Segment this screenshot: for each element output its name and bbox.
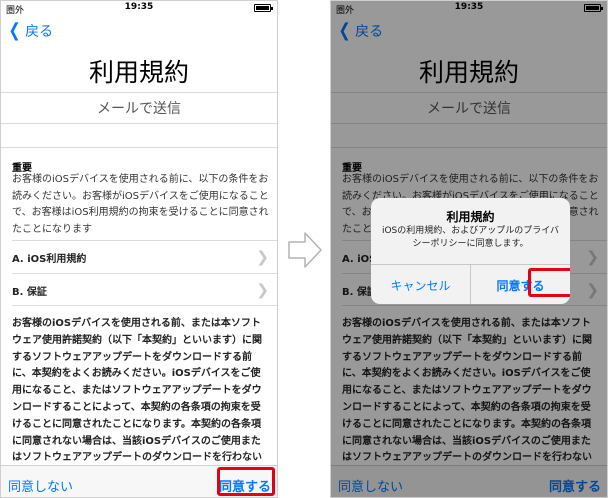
dialog-cancel-button[interactable]: キャンセル (371, 277, 470, 294)
license-text: お客様のiOSデバイスを使用される前、または本ソフトウェア使用許諾契約（以下「本… (12, 318, 262, 480)
page-title: 利用規約 (88, 58, 189, 87)
right-screen: 圏外 19:35 ❮ 戻る 利用規約 メールで送信 重要 お客様のiOSデバイス… (330, 0, 608, 498)
confirm-dialog: 利用規約 iOSの利用規約、およびアップルのプライバシーポリシーに同意します。 … (371, 198, 570, 304)
important-text: お客様のiOSデバイスを使用される前に、以下の条件をお読みください。お客様がiO… (12, 174, 269, 235)
arrow-right-icon (288, 232, 322, 268)
back-label: 戻る (25, 24, 54, 40)
battery-icon (254, 4, 273, 12)
section-row-ios-terms[interactable]: A. iOS利用規約 ❯ (12, 240, 277, 273)
clock: 19:35 (124, 2, 154, 12)
section-row-warranty[interactable]: B. 保証 ❯ (12, 273, 277, 306)
dialog-message: iOSの利用規約、およびアップルのプライバシーポリシーに同意します。 (381, 226, 560, 249)
status-bar: 圏外 19:35 (1, 1, 277, 16)
agree-highlight-box (217, 467, 275, 496)
back-button[interactable]: ❮ 戻る (7, 20, 54, 41)
disagree-button[interactable]: 同意しない (8, 476, 73, 495)
send-mail-button[interactable]: メールで送信 (1, 98, 277, 118)
chevron-right-icon: ❯ (256, 281, 269, 299)
divider (1, 92, 277, 93)
dialog-title: 利用規約 (446, 210, 495, 224)
section-label: A. iOS利用規約 (12, 254, 87, 265)
divider (1, 123, 277, 124)
left-screen: 圏外 19:35 ❮ 戻る 利用規約 メールで送信 重要 お客様のiOSデバイス… (0, 0, 278, 498)
divider (1, 147, 277, 148)
section-label: B. 保証 (12, 287, 47, 298)
chevron-left-icon: ❮ (8, 20, 21, 41)
agree-highlight-box (528, 268, 570, 297)
chevron-right-icon: ❯ (256, 248, 269, 266)
